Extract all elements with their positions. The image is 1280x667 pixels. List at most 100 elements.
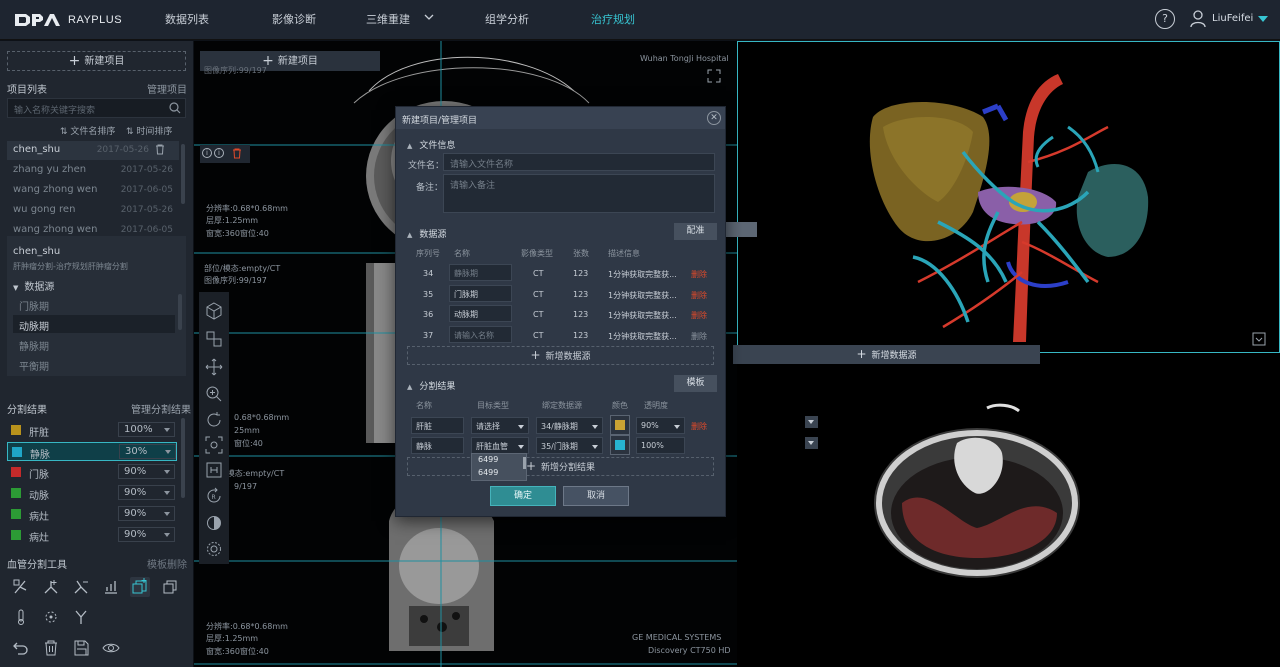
trash-icon[interactable] bbox=[42, 639, 60, 657]
vessel-tree-icon[interactable] bbox=[72, 608, 90, 626]
segment-row[interactable]: 门脉 90% bbox=[7, 463, 177, 482]
nav-3d-reconstruction[interactable]: 三维重建 bbox=[366, 11, 410, 27]
ds-name-input[interactable]: 请输入名称 bbox=[449, 326, 512, 343]
seg-color-picker[interactable] bbox=[610, 415, 630, 435]
info-icon[interactable]: i bbox=[202, 148, 212, 158]
nav-data-list[interactable]: 数据列表 bbox=[165, 11, 209, 27]
ds-name-input[interactable]: 门脉期 bbox=[449, 285, 512, 302]
ds-delete-link[interactable]: 删除 bbox=[691, 331, 707, 342]
opacity-select[interactable]: 30% bbox=[119, 444, 176, 459]
user-icon[interactable] bbox=[1190, 10, 1206, 28]
chevron-down-icon[interactable] bbox=[424, 12, 434, 22]
fullscreen-icon[interactable] bbox=[707, 69, 721, 83]
close-icon[interactable]: ✕ bbox=[707, 111, 721, 125]
vessel-chart-icon[interactable] bbox=[102, 578, 120, 596]
segment-row[interactable]: 病灶 90% bbox=[7, 526, 177, 545]
info-icon[interactable]: i bbox=[214, 148, 224, 158]
project-search-input[interactable]: 输入名称关键字搜索 bbox=[7, 98, 186, 118]
undo-icon[interactable] bbox=[12, 639, 30, 657]
vessel-add-branch-icon[interactable] bbox=[42, 578, 60, 596]
project-row[interactable]: wu gong ren 2017-05-26 bbox=[7, 201, 179, 220]
target-point-icon[interactable] bbox=[42, 608, 60, 626]
segment-row[interactable]: 动脉 90% bbox=[7, 484, 177, 503]
registration-button[interactable]: 配准 bbox=[674, 223, 717, 240]
user-menu-caret-icon[interactable] bbox=[1258, 16, 1268, 22]
view-option-button[interactable] bbox=[805, 437, 818, 449]
ds-name-input[interactable]: 静脉期 bbox=[449, 264, 512, 281]
seg-color-picker[interactable] bbox=[610, 435, 630, 455]
datasource-item[interactable]: 静脉期 bbox=[13, 335, 175, 353]
datasource-section-header[interactable]: ▲ 数据源 bbox=[407, 227, 446, 240]
settings-icon[interactable] bbox=[205, 540, 223, 558]
contrast-icon[interactable] bbox=[205, 514, 223, 532]
dropdown-scrollbar[interactable] bbox=[523, 457, 526, 469]
view-option-button[interactable] bbox=[805, 416, 818, 428]
move-icon[interactable] bbox=[205, 358, 223, 376]
add-seg-button[interactable]: + 新增分割结果 bbox=[407, 457, 714, 476]
opacity-select[interactable]: 90% bbox=[118, 464, 175, 479]
seg-source-select[interactable]: 34/静脉期 bbox=[536, 417, 603, 434]
vessel-add-region-icon[interactable] bbox=[130, 577, 150, 597]
fit-window-icon[interactable] bbox=[205, 436, 223, 454]
3d-render-panel[interactable] bbox=[737, 41, 1280, 353]
project-list-scrollbar[interactable] bbox=[181, 144, 185, 204]
detail-datasource-title[interactable]: ▼ 数据源 bbox=[13, 278, 54, 293]
help-icon[interactable]: ? bbox=[1155, 9, 1175, 29]
seg-name-input[interactable]: 静脉 bbox=[411, 437, 464, 454]
cancel-button[interactable]: 取消 bbox=[563, 486, 629, 506]
rotate-icon[interactable] bbox=[205, 411, 223, 429]
project-row[interactable]: zhang yu zhen 2017-05-26 bbox=[7, 161, 179, 180]
segment-row[interactable]: 静脉 30% bbox=[7, 442, 177, 461]
user-name[interactable]: LiuFeifei bbox=[1212, 13, 1253, 24]
seg-name-input[interactable]: 肝脏 bbox=[411, 417, 464, 434]
add-datasource-floating-button[interactable]: + 新增数据源 bbox=[733, 345, 1040, 364]
segment-row[interactable]: 病灶 90% bbox=[7, 505, 177, 524]
seg-opacity-select[interactable]: 100% bbox=[636, 437, 685, 454]
nav-image-diagnosis[interactable]: 影像诊断 bbox=[272, 11, 316, 27]
save-icon[interactable] bbox=[72, 639, 90, 657]
color-swatch[interactable] bbox=[11, 467, 21, 477]
eye-icon[interactable] bbox=[102, 639, 120, 657]
seg-source-select[interactable]: 35/门脉期 bbox=[536, 437, 603, 454]
sort-by-time-button[interactable]: ⇅ 时间排序 bbox=[126, 124, 172, 137]
seg-section-header[interactable]: ▲ 分割结果 bbox=[407, 379, 455, 392]
opacity-select[interactable]: 90% bbox=[118, 527, 175, 542]
vessel-remove-branch-icon[interactable] bbox=[72, 578, 90, 596]
add-datasource-button[interactable]: + 新增数据源 bbox=[407, 346, 714, 365]
file-name-input[interactable]: 请输入文件名称 bbox=[443, 153, 715, 171]
nav-treatment-planning[interactable]: 治疗规划 bbox=[591, 11, 635, 27]
segment-list-scrollbar[interactable] bbox=[181, 418, 185, 498]
sort-by-name-button[interactable]: ⇅ 文件名排序 bbox=[60, 124, 115, 137]
opacity-select[interactable]: 90% bbox=[118, 485, 175, 500]
vessel-merge-icon[interactable] bbox=[161, 578, 179, 596]
3d-cube-icon[interactable] bbox=[205, 302, 223, 320]
vessel-seed-icon[interactable] bbox=[12, 578, 30, 596]
project-row[interactable]: wang zhong wen 2017-06-05 bbox=[7, 181, 179, 200]
ds-delete-link[interactable]: 删除 bbox=[691, 290, 707, 301]
seg-opacity-select[interactable]: 90% bbox=[636, 417, 685, 434]
manage-segmentation-link[interactable]: 管理分割结果 bbox=[131, 401, 191, 416]
file-info-section-header[interactable]: ▲ 文件信息 bbox=[407, 138, 455, 151]
app-logo[interactable]: RAYPLUS bbox=[14, 11, 122, 29]
ds-delete-link[interactable]: 删除 bbox=[691, 310, 707, 321]
panel-menu-icon[interactable] bbox=[1252, 332, 1266, 346]
trash-icon[interactable] bbox=[155, 144, 165, 155]
ds-name-input[interactable]: 动脉期 bbox=[449, 305, 512, 322]
measure-icon[interactable] bbox=[205, 461, 223, 479]
color-swatch[interactable] bbox=[11, 530, 21, 540]
seg-target-select[interactable]: 肝脏血管 bbox=[471, 437, 529, 454]
opacity-select[interactable]: 90% bbox=[118, 506, 175, 521]
new-project-button[interactable]: + 新建项目 bbox=[7, 51, 186, 71]
color-swatch[interactable] bbox=[11, 488, 21, 498]
layout-icon[interactable] bbox=[205, 330, 223, 348]
vessel-tools-delete-link[interactable]: 模板删除 bbox=[147, 556, 187, 571]
nav-radiomics[interactable]: 组学分析 bbox=[485, 11, 529, 27]
datasource-scrollbar[interactable] bbox=[178, 294, 182, 330]
color-swatch[interactable] bbox=[11, 509, 21, 519]
color-swatch[interactable] bbox=[11, 425, 21, 435]
datasource-item[interactable]: 动脉期 bbox=[13, 315, 175, 333]
reset-icon[interactable]: R bbox=[205, 487, 223, 505]
dropdown-option[interactable]: 6499 bbox=[478, 468, 498, 477]
trash-icon[interactable] bbox=[232, 148, 242, 159]
thermometer-icon[interactable] bbox=[12, 608, 30, 626]
